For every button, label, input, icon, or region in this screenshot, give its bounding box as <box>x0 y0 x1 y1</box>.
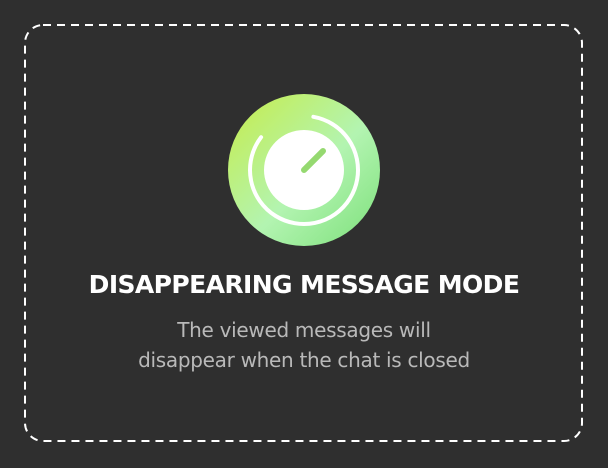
card-title: DISAPPEARING MESSAGE MODE <box>88 270 520 299</box>
description-line-2: disappear when the chat is closed <box>138 348 470 372</box>
card-description: The viewed messages will disappear when … <box>0 315 608 375</box>
description-line-1: The viewed messages will <box>177 318 431 342</box>
disappearing-mode-card: DISAPPEARING MESSAGE MODE The viewed mes… <box>0 0 608 468</box>
timer-icon <box>228 94 380 246</box>
